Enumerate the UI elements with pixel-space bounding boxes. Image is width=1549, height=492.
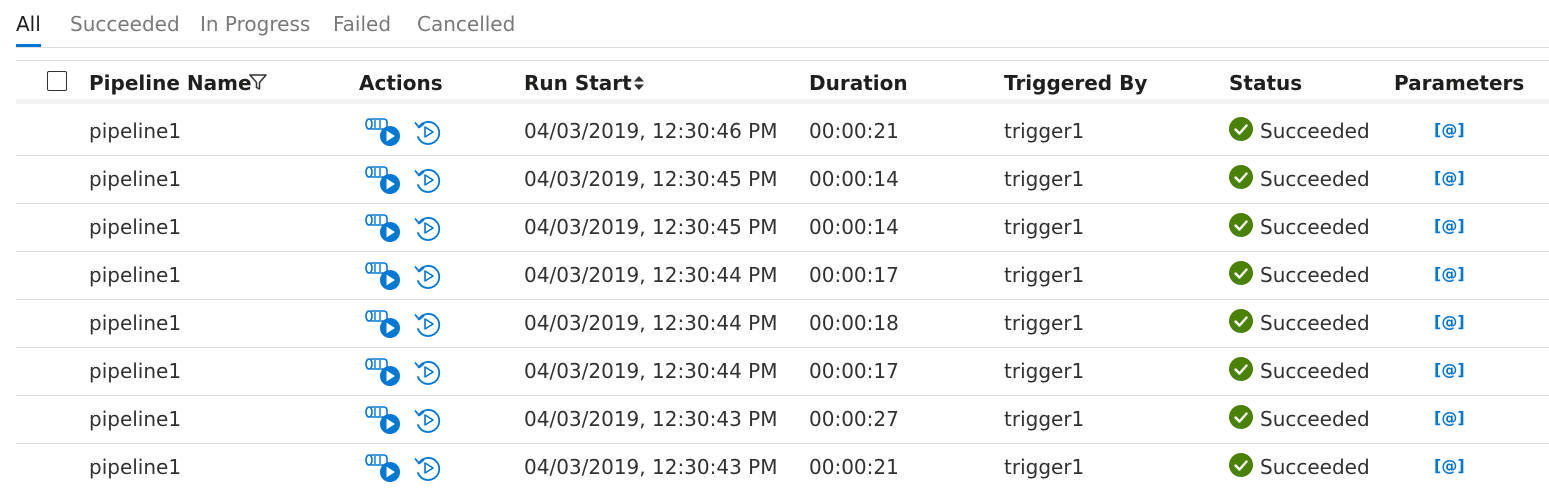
tab-in-progress[interactable]: In Progress <box>200 12 310 36</box>
rerun-pipeline-icon[interactable] <box>364 403 402 435</box>
view-consumption-icon[interactable] <box>414 214 442 242</box>
status-text: Succeeded <box>1260 359 1370 383</box>
triggered-by-cell: trigger1 <box>1004 359 1085 383</box>
pipeline-name-cell: pipeline1 <box>89 359 182 383</box>
rerun-pipeline-icon[interactable] <box>364 115 402 147</box>
parameters-link[interactable]: [@] <box>1434 312 1465 331</box>
run-start-cell: 04/03/2019, 12:30:44 PM <box>524 263 778 287</box>
duration-cell: 00:00:14 <box>809 215 899 239</box>
pipeline-name-cell: pipeline1 <box>89 311 182 335</box>
duration-cell: 00:00:21 <box>809 119 899 143</box>
column-header-run-start[interactable]: Run Start <box>524 71 632 95</box>
table-row[interactable]: pipeline1 04/03/2019, 12:30:43 PM 00:00:… <box>16 444 1549 492</box>
table-header: Pipeline Name Actions Run Start Duration… <box>16 60 1549 104</box>
table-row[interactable]: pipeline1 04/03/2019, 12:30:45 PM 00:00:… <box>16 204 1549 252</box>
tab-succeeded[interactable]: Succeeded <box>70 12 180 36</box>
duration-cell: 00:00:27 <box>809 407 899 431</box>
view-consumption-icon[interactable] <box>414 358 442 386</box>
status-text: Succeeded <box>1260 167 1370 191</box>
success-check-icon <box>1229 309 1253 333</box>
view-consumption-icon[interactable] <box>414 118 442 146</box>
success-check-icon <box>1229 213 1253 237</box>
table-row[interactable]: pipeline1 04/03/2019, 12:30:45 PM 00:00:… <box>16 156 1549 204</box>
rerun-pipeline-icon[interactable] <box>364 451 402 483</box>
column-header-status: Status <box>1229 71 1303 95</box>
success-check-icon <box>1229 357 1253 381</box>
run-start-cell: 04/03/2019, 12:30:44 PM <box>524 311 778 335</box>
view-consumption-icon[interactable] <box>414 166 442 194</box>
duration-cell: 00:00:14 <box>809 167 899 191</box>
parameters-link[interactable]: [@] <box>1434 264 1465 283</box>
pipeline-name-cell: pipeline1 <box>89 119 182 143</box>
pipeline-name-cell: pipeline1 <box>89 167 182 191</box>
rerun-pipeline-icon[interactable] <box>364 211 402 243</box>
run-start-cell: 04/03/2019, 12:30:46 PM <box>524 119 778 143</box>
triggered-by-cell: trigger1 <box>1004 167 1085 191</box>
success-check-icon <box>1229 261 1253 285</box>
column-header-triggered-by: Triggered By <box>1004 71 1148 95</box>
active-tab-indicator <box>16 44 41 47</box>
parameters-link[interactable]: [@] <box>1434 216 1465 235</box>
success-check-icon <box>1229 405 1253 429</box>
pipeline-name-cell: pipeline1 <box>89 455 182 479</box>
triggered-by-cell: trigger1 <box>1004 407 1085 431</box>
run-start-cell: 04/03/2019, 12:30:43 PM <box>524 455 778 479</box>
pipeline-name-cell: pipeline1 <box>89 263 182 287</box>
column-header-actions: Actions <box>359 71 443 95</box>
view-consumption-icon[interactable] <box>414 454 442 482</box>
rerun-pipeline-icon[interactable] <box>364 259 402 291</box>
status-text: Succeeded <box>1260 311 1370 335</box>
duration-cell: 00:00:18 <box>809 311 899 335</box>
duration-cell: 00:00:17 <box>809 263 899 287</box>
filter-icon[interactable] <box>248 72 268 92</box>
triggered-by-cell: trigger1 <box>1004 119 1085 143</box>
select-all-checkbox[interactable] <box>47 71 67 91</box>
table-row[interactable]: pipeline1 04/03/2019, 12:30:44 PM 00:00:… <box>16 252 1549 300</box>
column-header-duration: Duration <box>809 71 908 95</box>
rerun-pipeline-icon[interactable] <box>364 307 402 339</box>
tab-failed[interactable]: Failed <box>333 12 391 36</box>
parameters-link[interactable]: [@] <box>1434 360 1465 379</box>
status-text: Succeeded <box>1260 119 1370 143</box>
parameters-link[interactable]: [@] <box>1434 120 1465 139</box>
table-row[interactable]: pipeline1 04/03/2019, 12:30:46 PM 00:00:… <box>16 108 1549 156</box>
status-text: Succeeded <box>1260 407 1370 431</box>
run-start-cell: 04/03/2019, 12:30:43 PM <box>524 407 778 431</box>
triggered-by-cell: trigger1 <box>1004 311 1085 335</box>
triggered-by-cell: trigger1 <box>1004 263 1085 287</box>
duration-cell: 00:00:17 <box>809 359 899 383</box>
table-row[interactable]: pipeline1 04/03/2019, 12:30:44 PM 00:00:… <box>16 300 1549 348</box>
view-consumption-icon[interactable] <box>414 406 442 434</box>
rerun-pipeline-icon[interactable] <box>364 355 402 387</box>
success-check-icon <box>1229 117 1253 141</box>
pipeline-name-cell: pipeline1 <box>89 407 182 431</box>
duration-cell: 00:00:21 <box>809 455 899 479</box>
view-consumption-icon[interactable] <box>414 310 442 338</box>
column-header-parameters: Parameters <box>1394 71 1525 95</box>
table-row[interactable]: pipeline1 04/03/2019, 12:30:44 PM 00:00:… <box>16 348 1549 396</box>
tab-all[interactable]: All <box>16 12 41 36</box>
run-start-cell: 04/03/2019, 12:30:45 PM <box>524 167 778 191</box>
status-text: Succeeded <box>1260 215 1370 239</box>
parameters-link[interactable]: [@] <box>1434 456 1465 475</box>
sort-icon[interactable] <box>633 75 645 91</box>
view-consumption-icon[interactable] <box>414 262 442 290</box>
parameters-link[interactable]: [@] <box>1434 408 1465 427</box>
parameters-link[interactable]: [@] <box>1434 168 1465 187</box>
run-start-cell: 04/03/2019, 12:30:44 PM <box>524 359 778 383</box>
triggered-by-cell: trigger1 <box>1004 455 1085 479</box>
success-check-icon <box>1229 453 1253 477</box>
status-text: Succeeded <box>1260 263 1370 287</box>
tab-cancelled[interactable]: Cancelled <box>417 12 515 36</box>
rerun-pipeline-icon[interactable] <box>364 163 402 195</box>
status-tab-bar: All Succeeded In Progress Failed Cancell… <box>16 0 1549 48</box>
pipeline-name-cell: pipeline1 <box>89 215 182 239</box>
success-check-icon <box>1229 165 1253 189</box>
column-header-pipeline-name[interactable]: Pipeline Name <box>89 71 252 95</box>
status-text: Succeeded <box>1260 455 1370 479</box>
table-row[interactable]: pipeline1 04/03/2019, 12:30:43 PM 00:00:… <box>16 396 1549 444</box>
run-start-cell: 04/03/2019, 12:30:45 PM <box>524 215 778 239</box>
triggered-by-cell: trigger1 <box>1004 215 1085 239</box>
